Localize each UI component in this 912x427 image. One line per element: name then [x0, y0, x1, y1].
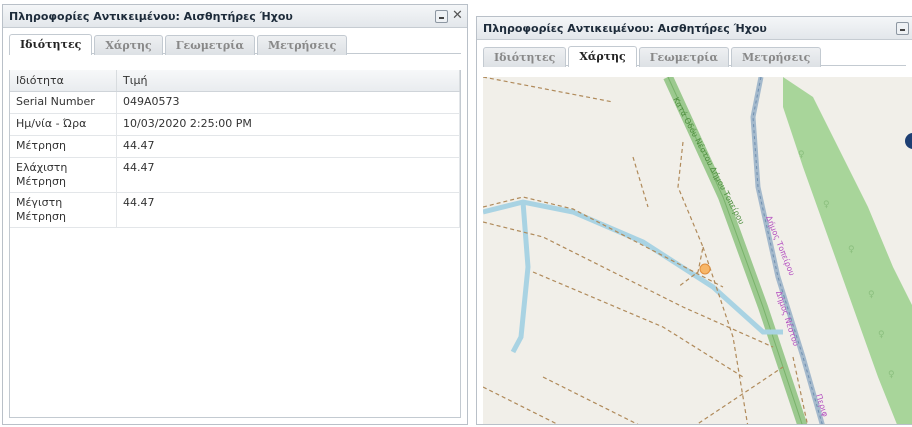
- map-panel-tabs: Ιδιότητες Χάρτης Γεωμετρία Μετρήσεις: [477, 40, 912, 67]
- property-name: Ημ/νία - Ώρα: [10, 113, 117, 136]
- map-canvas[interactable]: ♀ ♀ ♀ ♀ ♀ ♀ Κατά Οδόυ Νέστου Δήμου Τοπείρου …: [483, 77, 912, 425]
- svg-text:♀: ♀: [798, 150, 805, 160]
- tab-map[interactable]: Χάρτης: [568, 46, 637, 67]
- table-row[interactable]: Μέτρηση 44.47: [10, 135, 460, 158]
- close-icon[interactable]: ✕: [451, 9, 464, 23]
- property-value: 44.47: [116, 192, 460, 228]
- property-name: Ελάχιστη Μέτρηση: [10, 157, 117, 193]
- properties-tabs: Ιδιότητες Χάρτης Γεωμετρία Μετρήσεις: [3, 28, 467, 55]
- map-panel: Πληροφορίες Αντικειμένου: Αισθητήρες Ήχο…: [476, 16, 912, 425]
- properties-panel-titlebar[interactable]: Πληροφορίες Αντικειμένου: Αισθητήρες Ήχο…: [3, 5, 467, 28]
- table-row[interactable]: Μέγιστη Μέτρηση 44.47: [10, 192, 460, 228]
- minimize-icon[interactable]: [435, 9, 448, 23]
- sensor-marker[interactable]: [699, 263, 711, 275]
- map-view[interactable]: ♀ ♀ ♀ ♀ ♀ ♀ Κατά Οδόυ Νέστου Δήμου Τοπεί…: [483, 77, 912, 424]
- map-panel-title: Πληροφορίες Αντικειμένου: Αισθητήρες Ήχο…: [483, 21, 767, 35]
- properties-table: Ιδιότητα Τιμή Serial Number 049A0573 Ημ/…: [10, 70, 460, 228]
- svg-text:♀: ♀: [848, 245, 855, 255]
- properties-panel: Πληροφορίες Αντικειμένου: Αισθητήρες Ήχο…: [2, 4, 468, 425]
- properties-grid: Ιδιότητα Τιμή Serial Number 049A0573 Ημ/…: [9, 70, 461, 418]
- minimize-icon[interactable]: [896, 21, 909, 35]
- table-row[interactable]: Ελάχιστη Μέτρηση 44.47: [10, 157, 460, 193]
- property-name: Μέτρηση: [10, 135, 117, 158]
- property-value: 44.47: [116, 135, 460, 158]
- svg-text:♀: ♀: [868, 290, 875, 300]
- svg-text:♀: ♀: [823, 200, 830, 210]
- column-header-property[interactable]: Ιδιότητα: [10, 70, 117, 92]
- svg-text:♀: ♀: [878, 330, 885, 340]
- map-panel-titlebar[interactable]: Πληροφορίες Αντικειμένου: Αισθητήρες Ήχο…: [477, 17, 912, 40]
- properties-panel-title: Πληροφορίες Αντικειμένου: Αισθητήρες Ήχο…: [9, 9, 293, 23]
- property-name: Serial Number: [10, 91, 117, 114]
- table-row[interactable]: Serial Number 049A0573: [10, 91, 460, 114]
- tab-properties[interactable]: Ιδιότητες: [483, 47, 567, 67]
- property-name: Μέγιστη Μέτρηση: [10, 192, 117, 228]
- tab-properties[interactable]: Ιδιότητες: [9, 34, 93, 55]
- property-value: 049A0573: [116, 91, 460, 114]
- tab-measurements[interactable]: Μετρήσεις: [730, 47, 822, 67]
- tab-geometry[interactable]: Γεωμετρία: [164, 35, 255, 55]
- tab-geometry[interactable]: Γεωμετρία: [638, 47, 729, 67]
- property-value: 10/03/2020 2:25:00 PM: [116, 113, 460, 136]
- tab-measurements[interactable]: Μετρήσεις: [256, 35, 348, 55]
- svg-text:♀: ♀: [888, 370, 895, 380]
- table-row[interactable]: Ημ/νία - Ώρα 10/03/2020 2:25:00 PM: [10, 113, 460, 136]
- tab-map[interactable]: Χάρτης: [94, 35, 163, 55]
- column-header-value[interactable]: Τιμή: [116, 70, 460, 92]
- property-value: 44.47: [116, 157, 460, 193]
